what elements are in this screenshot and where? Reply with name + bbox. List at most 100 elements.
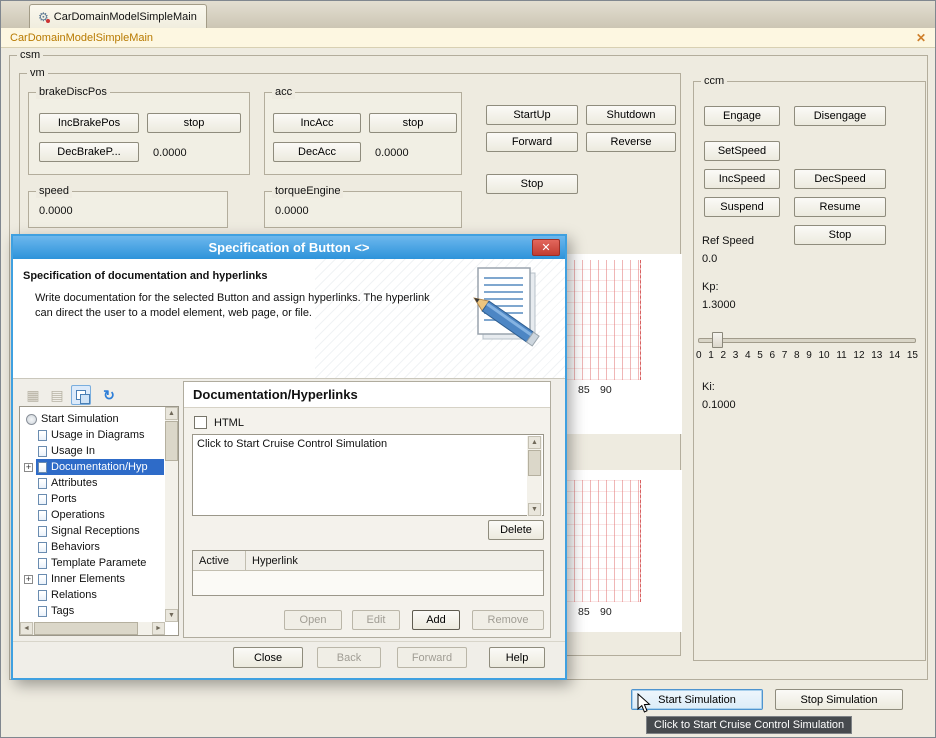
incbrakepos-button[interactable]: IncBrakePos (39, 113, 139, 133)
diagram-title: CarDomainModelSimpleMain (10, 32, 153, 44)
back-button[interactable]: Back (317, 647, 381, 668)
torque-chart-tick-90: 90 (600, 606, 612, 618)
refresh-icon[interactable] (99, 385, 119, 405)
stacked-square-front-icon (80, 394, 90, 404)
decacc-button[interactable]: DecAcc (273, 142, 361, 162)
html-checkbox[interactable] (194, 416, 207, 429)
vertical-scroll-thumb[interactable] (528, 450, 541, 476)
incspeed-button[interactable]: IncSpeed (704, 169, 780, 189)
specification-tree: Start Simulation Usage in Diagrams Usage… (19, 406, 179, 636)
kp-slider[interactable] (698, 332, 916, 346)
scroll-down-icon[interactable] (528, 503, 541, 516)
speed-value: 0.0000 (39, 204, 73, 218)
diagram-titlebar: CarDomainModelSimpleMain ✕ (1, 28, 935, 48)
resume-button[interactable]: Resume (794, 197, 886, 217)
tree-item-operations[interactable]: Operations (22, 507, 164, 523)
tree-view-icon[interactable] (47, 385, 67, 405)
tab-cardomainmodelsimplemain[interactable]: CarDomainModelSimpleMain (29, 4, 207, 28)
suspend-button[interactable]: Suspend (704, 197, 780, 217)
documentation-textarea[interactable]: Click to Start Cruise Control Simulation (192, 434, 544, 516)
tooltip: Click to Start Cruise Control Simulation (646, 716, 852, 734)
document-icon (38, 526, 47, 537)
kp-slider-track[interactable] (698, 338, 916, 343)
document-icon (38, 542, 47, 553)
scroll-right-icon[interactable] (152, 622, 165, 635)
torqueengine-value: 0.0000 (275, 204, 309, 218)
vm-group-label: vm (27, 67, 48, 80)
tree-item-documentation-hyperlinks[interactable]: Documentation/Hyp (22, 459, 164, 475)
document-icon (38, 478, 47, 489)
document-icon (38, 574, 47, 585)
tree-item-usage-in[interactable]: Usage In (22, 443, 164, 459)
tree-item-attributes[interactable]: Attributes (22, 475, 164, 491)
close-icon[interactable]: ✕ (916, 31, 926, 45)
shutdown-button[interactable]: Shutdown (586, 105, 676, 125)
tree-item-signal-receptions[interactable]: Signal Receptions (22, 523, 164, 539)
document-icon (38, 494, 47, 505)
speed-group: speed 0.0000 (28, 191, 228, 228)
ki-value: 0.1000 (702, 398, 736, 412)
scroll-up-icon[interactable] (165, 407, 178, 420)
scroll-down-icon[interactable] (165, 609, 178, 622)
forward-button[interactable]: Forward (486, 132, 578, 152)
scroll-left-icon[interactable] (20, 622, 33, 635)
stop-simulation-button[interactable]: Stop Simulation (775, 689, 903, 710)
tree-item-label: Start Simulation (41, 413, 119, 425)
tree-item-ports[interactable]: Ports (22, 491, 164, 507)
grid-view-icon[interactable] (23, 385, 43, 405)
tree-item-label: Operations (51, 509, 105, 521)
close-button[interactable]: Close (233, 647, 303, 668)
tree-item-behaviors[interactable]: Behaviors (22, 539, 164, 555)
brake-stop-button[interactable]: stop (147, 113, 241, 133)
remove-button[interactable]: Remove (472, 610, 544, 630)
dialog-close-button[interactable]: ✕ (532, 239, 560, 256)
delete-button[interactable]: Delete (488, 520, 544, 540)
tree-item-relations[interactable]: Relations (22, 587, 164, 603)
open-button[interactable]: Open (284, 610, 342, 630)
acc-stop-button[interactable]: stop (369, 113, 457, 133)
vertical-scroll-thumb[interactable] (165, 421, 178, 461)
tree-item-inner-elements[interactable]: Inner Elements (22, 571, 164, 587)
engage-button[interactable]: Engage (704, 106, 780, 126)
kp-slider-thumb[interactable] (712, 332, 723, 348)
disengage-button[interactable]: Disengage (794, 106, 886, 126)
scroll-up-icon[interactable] (528, 436, 541, 449)
ref-speed-label: Ref Speed (702, 234, 754, 248)
tree-item-label: Relations (51, 589, 97, 601)
help-button[interactable]: Help (489, 647, 545, 668)
tree-item-usage-in-diagrams[interactable]: Usage in Diagrams (22, 427, 164, 443)
incacc-button[interactable]: IncAcc (273, 113, 361, 133)
expander-plus-icon[interactable] (24, 575, 33, 584)
expander-plus-icon[interactable] (24, 463, 33, 472)
documentation-panel-header: Documentation/Hyperlinks (184, 382, 550, 408)
setspeed-button[interactable]: SetSpeed (704, 141, 780, 161)
startup-button[interactable]: StartUp (486, 105, 578, 125)
decbrakepos-button[interactable]: DecBrakeP... (39, 142, 139, 162)
reverse-button[interactable]: Reverse (586, 132, 676, 152)
brakediscpos-group: brakeDiscPos IncBrakePos stop DecBrakeP.… (28, 92, 250, 175)
hyperlink-table[interactable]: Active Hyperlink (192, 550, 544, 596)
diagram-gear-icon (38, 11, 49, 23)
tree-item-template-parameters[interactable]: Template Paramete (22, 555, 164, 571)
add-button[interactable]: Add (412, 610, 460, 630)
tree-item-start-simulation[interactable]: Start Simulation (22, 411, 164, 427)
tree-item-tags[interactable]: Tags (22, 603, 164, 619)
tree-vertical-scrollbar[interactable] (165, 407, 178, 622)
hyperlink-table-header: Active Hyperlink (193, 551, 543, 571)
horizontal-scroll-thumb[interactable] (34, 622, 138, 635)
document-pencil-icon (463, 263, 559, 355)
stacked-view-icon[interactable] (71, 385, 91, 405)
textarea-scrollbar[interactable] (527, 436, 542, 516)
edit-button[interactable]: Edit (352, 610, 400, 630)
tree-horizontal-scrollbar[interactable] (20, 622, 165, 635)
tree-item-label: Behaviors (51, 541, 100, 553)
torqueengine-group: torqueEngine 0.0000 (264, 191, 462, 228)
vm-stop-button[interactable]: Stop (486, 174, 578, 194)
dialog-hero: Specification of documentation and hyper… (13, 259, 565, 379)
decspeed-button[interactable]: DecSpeed (794, 169, 886, 189)
dialog-titlebar[interactable]: Specification of Button <> (13, 236, 565, 259)
speed-label: speed (36, 185, 72, 198)
forward-button[interactable]: Forward (397, 647, 467, 668)
ref-speed-value: 0.0 (702, 252, 717, 266)
ccm-stop-button[interactable]: Stop (794, 225, 886, 245)
